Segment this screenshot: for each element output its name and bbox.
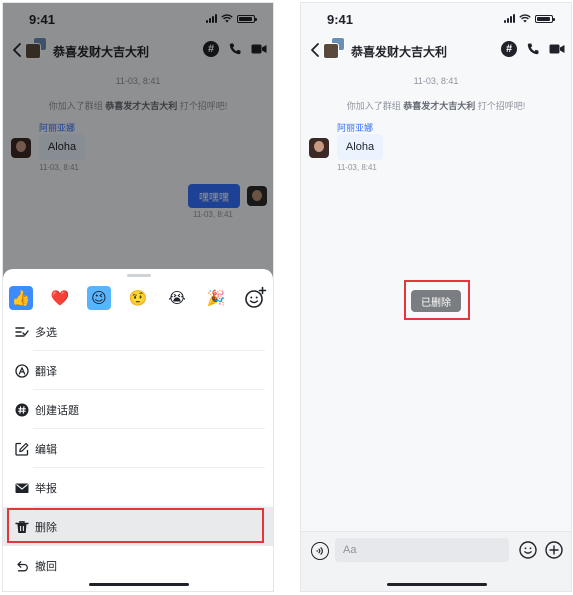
message-list: 11-03, 8:41 你加入了群组 恭喜发才大吉大利 打个招呼吧! 阿丽亚娜 … <box>301 65 571 591</box>
emoji-icon[interactable] <box>519 541 537 559</box>
action-menu: 多选 翻译 创建话题 编辑 举报 删除 撤回 <box>3 312 273 585</box>
thumbs-up-icon[interactable]: 👍 <box>9 286 33 310</box>
signal-icon <box>504 14 515 23</box>
menu-label: 举报 <box>35 482 57 495</box>
delete-highlight-annotation <box>7 508 264 543</box>
status-time: 9:41 <box>327 12 354 27</box>
time-divider: 11-03, 8:41 <box>413 76 459 86</box>
reaction-bar: 👍 ❤️ 😉 🤨 😭 🎉 <box>9 284 267 312</box>
home-indicator <box>89 583 189 586</box>
recall-icon <box>17 560 28 571</box>
message-input-bar <box>301 531 571 591</box>
message-input[interactable] <box>335 538 509 562</box>
report-icon <box>15 483 29 493</box>
menu-label: 撤回 <box>35 560 57 573</box>
menu-label: 编辑 <box>35 443 57 456</box>
system-group-name: 恭喜发才大吉大利 <box>403 101 476 111</box>
crying-icon[interactable]: 😭 <box>165 286 189 310</box>
incoming-message-bubble[interactable]: Aloha <box>337 134 383 160</box>
video-call-icon[interactable] <box>549 43 565 55</box>
topic-hash-icon[interactable]: # <box>501 41 517 57</box>
phone-call-icon[interactable] <box>526 42 540 56</box>
incoming-message-time: 11-03, 8:41 <box>337 163 377 172</box>
voice-input-icon[interactable] <box>311 542 329 560</box>
menu-item-translate[interactable]: 翻译 <box>3 351 273 390</box>
sheet-handle[interactable] <box>127 274 151 277</box>
back-arrow-icon[interactable] <box>309 41 323 59</box>
add-reaction-icon[interactable] <box>243 286 267 310</box>
chat-header: 恭喜发财大吉大利 # <box>301 35 571 65</box>
sender-name[interactable]: 阿丽亚娜 <box>337 121 373 134</box>
add-attachment-icon[interactable] <box>545 541 563 559</box>
raised-eyebrow-icon[interactable]: 🤨 <box>126 286 150 310</box>
battery-icon <box>535 14 555 23</box>
menu-item-report[interactable]: 举报 <box>3 468 273 507</box>
menu-item-edit[interactable]: 编辑 <box>3 429 273 468</box>
home-indicator <box>387 583 487 586</box>
status-icons <box>504 14 555 23</box>
group-title[interactable]: 恭喜发财大吉大利 <box>351 43 447 60</box>
party-popper-icon[interactable]: 🎉 <box>204 286 228 310</box>
menu-label: 翻译 <box>35 365 57 378</box>
sender-avatar[interactable] <box>309 138 329 158</box>
toast-highlight-annotation <box>404 280 470 320</box>
translate-icon <box>15 363 29 378</box>
menu-label: 多选 <box>35 326 57 339</box>
system-message: 你加入了群组 恭喜发才大吉大利 打个招呼吧! <box>346 101 526 111</box>
group-avatar[interactable] <box>323 37 347 61</box>
menu-item-recall[interactable]: 撤回 <box>3 546 273 585</box>
wink-icon[interactable]: 😉 <box>87 286 111 310</box>
phone-screen-right: 9:41 恭喜发财大吉大利 # 11-03, 8:41 你加入了群组 恭喜发才大… <box>300 2 572 592</box>
topic-icon <box>15 403 29 416</box>
wifi-icon <box>519 14 531 23</box>
header-actions: # <box>501 41 565 57</box>
phone-screen-left: 9:41 恭喜发财大吉大利 # 11-03, 8:41 你加入了群组 恭喜发才大… <box>2 2 274 592</box>
status-bar: 9:41 <box>301 3 571 35</box>
menu-label: 创建话题 <box>35 404 79 417</box>
menu-item-multi-select[interactable]: 多选 <box>3 312 273 351</box>
edit-icon <box>15 442 29 456</box>
menu-item-create-topic[interactable]: 创建话题 <box>3 390 273 429</box>
multi-select-icon <box>15 326 29 337</box>
heart-icon[interactable]: ❤️ <box>48 286 72 310</box>
